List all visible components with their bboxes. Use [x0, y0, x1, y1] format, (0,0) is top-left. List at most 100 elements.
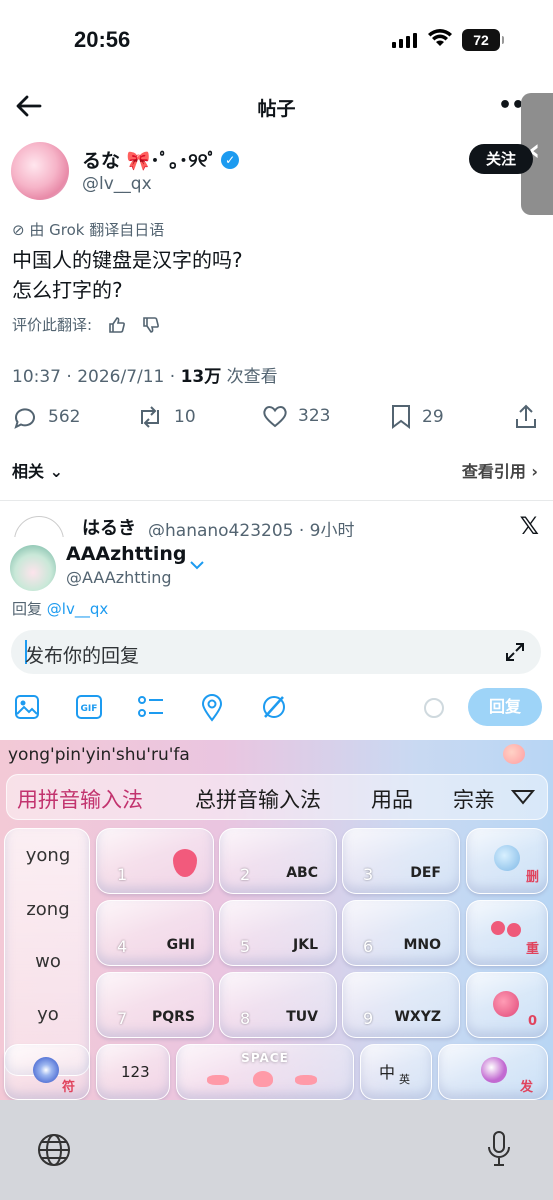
image-icon[interactable]	[14, 694, 40, 720]
reply-preview[interactable]: はるき @hanano423205 · 9小时 𝕏	[0, 512, 553, 540]
status-bar: 20:56 72	[0, 0, 553, 80]
key-9[interactable]: 9 WXYZ	[342, 972, 460, 1038]
reply-button[interactable]: 回复	[468, 688, 542, 726]
candidate-item[interactable]: 宗亲	[453, 784, 495, 814]
pinyin-option[interactable]: yo	[5, 1004, 91, 1025]
key-letters: MNO	[403, 937, 441, 953]
language-switch-key[interactable]: 中 英	[360, 1044, 432, 1100]
pinyin-options-column: yong zong wo yo	[4, 828, 90, 1076]
author-avatar[interactable]	[11, 142, 69, 200]
pinyin-option[interactable]: wo	[5, 951, 91, 972]
candidate-item[interactable]: 总拼音输入法	[195, 784, 321, 814]
related-dropdown[interactable]: 相关 ⌄	[12, 458, 63, 482]
key-6[interactable]: 6 MNO	[342, 900, 460, 966]
key-letters: GHI	[166, 937, 195, 953]
numbers-label: 123	[121, 1063, 150, 1081]
replying-to: 回复 @lv__qx	[12, 598, 108, 619]
translation-notice[interactable]: ⊘ 由 Grok 翻译自日语	[12, 219, 164, 240]
bookmark-action[interactable]: 29	[390, 404, 444, 430]
cherry-icon	[507, 923, 521, 937]
expand-candidates-icon[interactable]	[511, 789, 535, 805]
delete-key[interactable]: 删	[466, 828, 548, 894]
candidate-bar: 用拼音输入法 总拼音输入法 用品 宗亲	[6, 774, 548, 820]
keyboard-bottom-bar	[0, 1100, 553, 1200]
verified-badge-icon: ✓	[221, 150, 240, 169]
heart-icon	[263, 406, 287, 428]
peach-icon[interactable]	[503, 744, 525, 764]
related-row: 相关 ⌄ 查看引用 ›	[0, 458, 553, 484]
key-number: 1	[117, 865, 128, 884]
key-0[interactable]: 0	[466, 972, 548, 1038]
rate-translation: 评价此翻译:	[12, 314, 160, 335]
grok-icon: ⊘	[12, 221, 30, 239]
key-letters: ABC	[286, 865, 318, 881]
key-letters: JKL	[293, 937, 318, 953]
microphone-icon[interactable]	[486, 1130, 512, 1170]
author-name[interactable]: るな 🎀･ﾟ｡･୨୧ﾟ ✓	[82, 146, 240, 173]
repost-action[interactable]: 10	[136, 404, 196, 430]
gif-icon[interactable]: GIF	[76, 694, 102, 720]
space-key[interactable]: SPACE	[176, 1044, 354, 1100]
fruit-icon	[494, 845, 520, 871]
location-icon[interactable]	[200, 694, 224, 722]
flower-icon	[33, 1057, 59, 1083]
key-3[interactable]: 3 DEF	[342, 828, 460, 894]
reply-to-handle[interactable]: @lv__qx	[47, 600, 108, 618]
reply-input[interactable]: 发布你的回复	[11, 630, 541, 674]
view-quotes-link[interactable]: 查看引用 ›	[462, 458, 538, 482]
compose-toolbar: GIF 回复	[0, 688, 553, 732]
numbers-key[interactable]: 123	[96, 1044, 170, 1100]
key-number: 2	[240, 865, 251, 884]
my-avatar[interactable]	[10, 545, 56, 591]
expand-icon[interactable]	[505, 642, 525, 662]
lang-en-label: 英	[399, 1073, 410, 1086]
key-7[interactable]: 7 PQRS	[96, 972, 214, 1038]
key-2[interactable]: 2 ABC	[219, 828, 337, 894]
bow-icon	[207, 1075, 229, 1085]
grok-icon[interactable]	[261, 694, 287, 720]
status-time: 20:56	[74, 27, 131, 52]
views-label: 次查看	[221, 367, 278, 387]
key-1[interactable]: 1	[96, 828, 214, 894]
poll-icon[interactable]	[137, 694, 165, 720]
strawberry-icon	[173, 849, 197, 877]
mangosteen-icon	[481, 1057, 507, 1083]
svg-text:GIF: GIF	[81, 704, 98, 714]
battery-indicator: 72	[462, 29, 504, 51]
reply-action[interactable]: 562	[12, 404, 80, 430]
divider	[0, 500, 553, 501]
key-4[interactable]: 4 GHI	[96, 900, 214, 966]
reply-composer: AAAzhtting @AAAzhtting 回复 @lv__qx 发布你的回复…	[0, 537, 553, 740]
reply-placeholder: 发布你的回复	[25, 645, 140, 667]
account-switch-chevron-icon[interactable]	[189, 559, 205, 571]
symbol-key[interactable]: 符	[4, 1044, 90, 1100]
raspberry-icon	[493, 991, 519, 1017]
candidate-item[interactable]: 用拼音输入法	[17, 784, 143, 814]
thumbs-up-icon[interactable]	[108, 316, 126, 334]
redo-key[interactable]: 重	[466, 900, 548, 966]
key-5[interactable]: 5 JKL	[219, 900, 337, 966]
pinyin-option[interactable]: yong	[5, 845, 91, 866]
thumbs-down-icon[interactable]	[142, 316, 160, 334]
delete-label: 删	[525, 870, 539, 885]
candidate-item[interactable]: 用品	[371, 784, 413, 814]
share-action[interactable]	[514, 404, 538, 430]
bookmark-icon	[392, 405, 410, 429]
repost-icon	[141, 406, 159, 428]
pinyin-composition: yong'pin'yin'shu'ru'fa	[8, 745, 190, 765]
send-key[interactable]: 发	[438, 1044, 548, 1100]
key-number: 3	[363, 865, 374, 884]
key-8[interactable]: 8 TUV	[219, 972, 337, 1038]
like-action[interactable]: 323	[262, 404, 330, 428]
key-number: 7	[117, 1009, 128, 1028]
follow-button[interactable]: 关注	[469, 144, 533, 174]
pinyin-option[interactable]: zong	[5, 899, 91, 920]
view-quotes-label: 查看引用	[461, 462, 526, 481]
heart-icon	[253, 1071, 273, 1087]
post-text-line: 怎么打字的?	[12, 278, 123, 302]
translation-notice-text: 由 Grok 翻译自日语	[29, 221, 165, 239]
globe-icon[interactable]	[36, 1132, 72, 1168]
post-date: 10:37 · 2026/7/11 ·	[12, 367, 181, 387]
author-handle[interactable]: @lv__qx	[82, 174, 152, 194]
send-label: 发	[519, 1080, 533, 1095]
